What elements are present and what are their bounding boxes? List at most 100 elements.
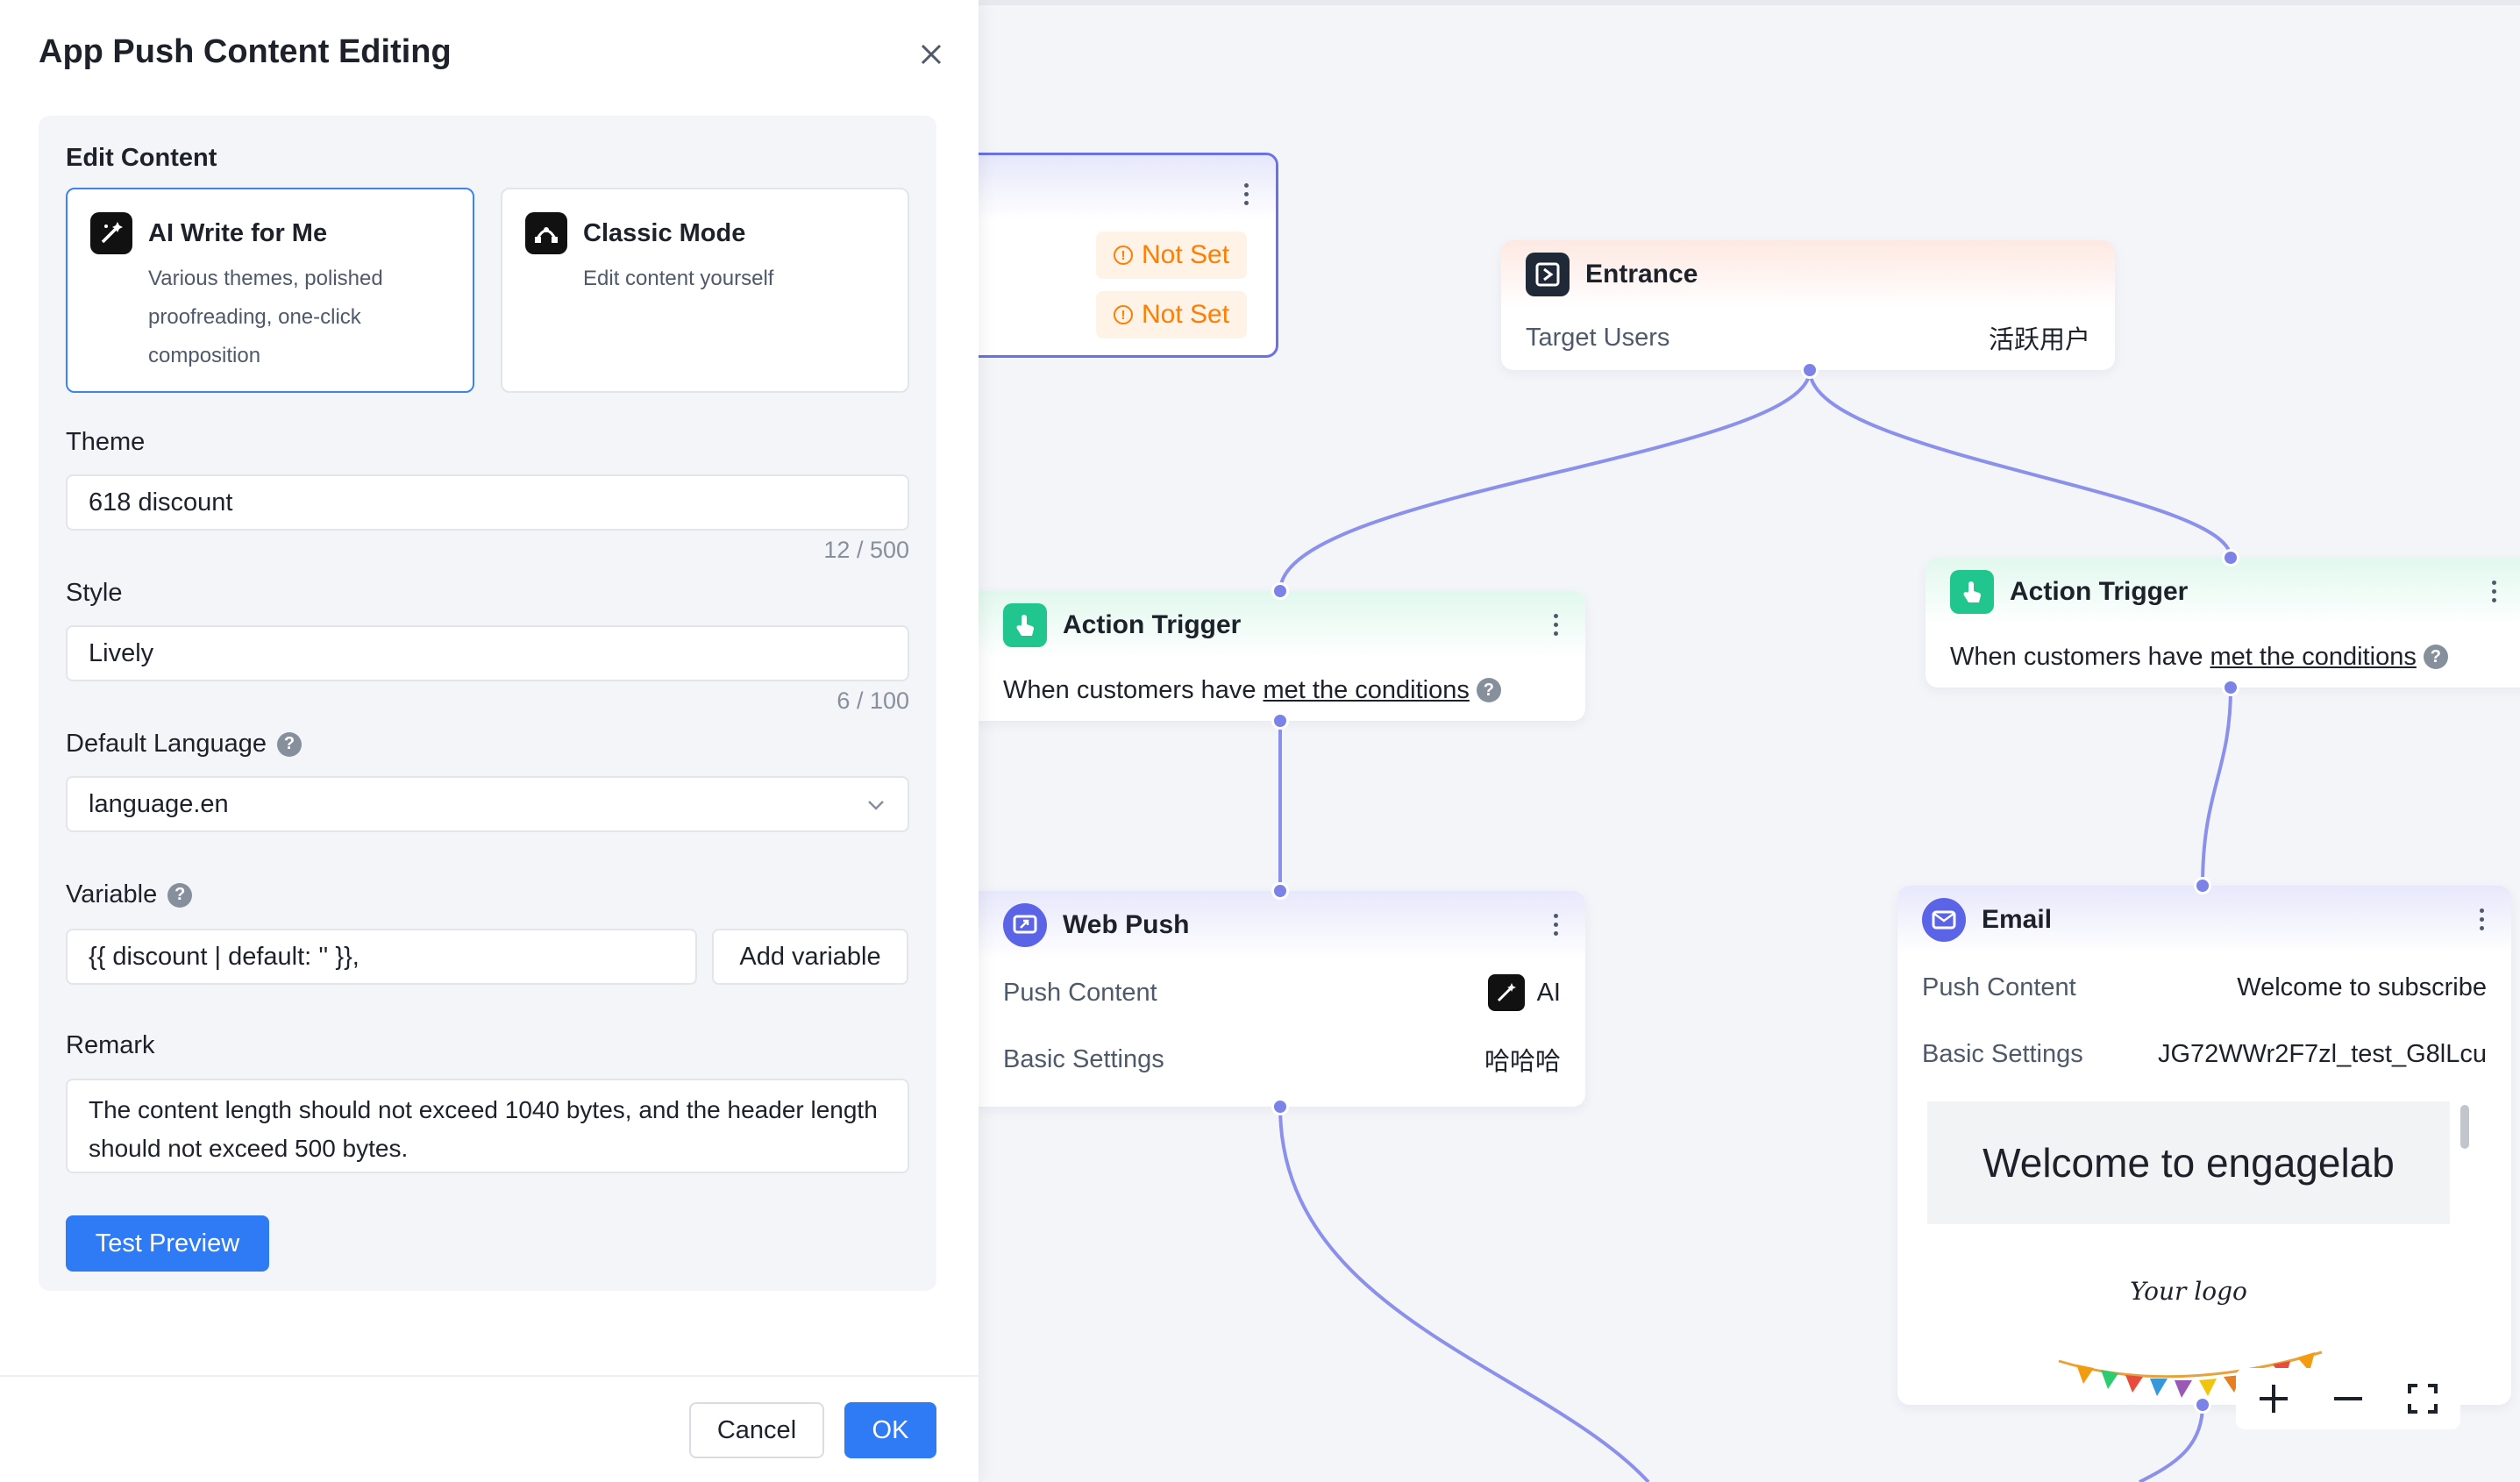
action-trigger-node-right[interactable]: Action Trigger When customers have met t… xyxy=(1926,558,2520,688)
row-label: Basic Settings xyxy=(1922,1039,2083,1068)
test-preview-button[interactable]: Test Preview xyxy=(66,1215,269,1272)
row-label: Target Users xyxy=(1526,323,1670,352)
close-icon[interactable] xyxy=(915,39,947,70)
touch-icon xyxy=(1003,603,1047,647)
email-preview-heading: Welcome to engagelab xyxy=(1983,1140,2395,1186)
more-icon[interactable] xyxy=(1554,614,1559,636)
modal-title: App Push Content Editing xyxy=(39,33,452,70)
edge-entrance-left xyxy=(1278,369,1812,592)
more-icon[interactable] xyxy=(1554,914,1559,936)
language-select-value: language.en xyxy=(89,789,229,818)
edge-email-down xyxy=(2139,1404,2204,1482)
help-icon[interactable]: ? xyxy=(1476,678,1501,702)
cancel-button[interactable]: Cancel xyxy=(689,1402,824,1458)
not-set-badge[interactable]: ! Not Set xyxy=(1096,232,1248,279)
push-content-modal: App Push Content Editing Edit Content AI… xyxy=(0,0,979,1482)
language-select[interactable]: language.en xyxy=(66,776,909,832)
node-title: Entrance xyxy=(1585,260,1698,289)
warning-icon: ! xyxy=(1114,305,1133,324)
edge-entrance-right xyxy=(1808,369,2232,559)
connector-dot[interactable] xyxy=(2194,877,2211,894)
row-value: JG72WWr2F7zl_test_G8lLcu xyxy=(2158,1039,2487,1068)
mode-title: AI Write for Me xyxy=(148,219,328,247)
help-icon[interactable]: ? xyxy=(2423,645,2448,669)
email-node[interactable]: Email Push Content Welcome to subscribe … xyxy=(1897,886,2511,1405)
ok-button[interactable]: OK xyxy=(844,1402,936,1458)
zoom-controls xyxy=(2236,1368,2460,1429)
remark-label: Remark xyxy=(66,1031,155,1059)
email-icon xyxy=(1922,898,1966,942)
mode-title: Classic Mode xyxy=(583,219,746,247)
variable-label-text: Variable xyxy=(66,880,158,908)
theme-label: Theme xyxy=(66,428,146,456)
footer-divider xyxy=(0,1375,979,1377)
theme-input[interactable]: 618 discount xyxy=(66,474,909,531)
remark-textarea[interactable]: The content length should not exceed 104… xyxy=(66,1079,909,1173)
style-counter: 6 / 100 xyxy=(836,688,909,714)
row-value: 哈哈哈 xyxy=(1484,1048,1561,1076)
zoom-out-icon[interactable] xyxy=(2331,1381,2366,1416)
entrance-node[interactable]: Entrance Target Users 活跃用户 xyxy=(1501,240,2115,370)
language-label-text: Default Language xyxy=(66,730,267,758)
connector-dot[interactable] xyxy=(2194,1396,2211,1414)
row-value: Welcome to subscribe xyxy=(2237,973,2487,1001)
web-push-node[interactable]: Web Push Push Content AI Basic Settings … xyxy=(979,891,1585,1107)
row-value: 活跃用户 xyxy=(1988,326,2090,354)
more-icon[interactable] xyxy=(2492,581,2497,602)
node-title: Email xyxy=(1982,905,2053,934)
variable-input[interactable]: {{ discount | default: '' }}, xyxy=(66,929,697,985)
classic-mode-card[interactable]: Classic Mode Edit content yourself xyxy=(501,188,909,393)
web-push-icon xyxy=(1003,903,1047,947)
ai-write-card[interactable]: AI Write for Me Various themes, polished… xyxy=(66,188,474,393)
node-title: Action Trigger xyxy=(1063,610,1242,639)
more-icon[interactable] xyxy=(2480,908,2485,930)
email-preview-header: Welcome to engagelab xyxy=(1927,1101,2450,1224)
connector-dot[interactable] xyxy=(2222,549,2239,566)
pen-tool-icon xyxy=(525,212,567,254)
help-icon[interactable]: ? xyxy=(276,731,302,757)
email-preview-logo: Your logo xyxy=(2130,1277,2247,1306)
condition-text: When customers have xyxy=(1950,642,2203,671)
not-set-badge[interactable]: ! Not Set xyxy=(1096,291,1248,338)
mode-desc: Various themes, polished proofreading, o… xyxy=(148,267,383,367)
help-icon[interactable]: ? xyxy=(167,882,193,908)
entrance-icon xyxy=(1526,253,1570,296)
row-label: Push Content xyxy=(1003,978,1157,1007)
style-input[interactable]: Lively xyxy=(66,625,909,681)
email-preview[interactable]: Welcome to engagelab Your logo xyxy=(1927,1101,2481,1405)
node-title: Action Trigger xyxy=(2010,577,2189,606)
ai-icon xyxy=(1487,974,1525,1011)
condition-text: When customers have xyxy=(1003,675,1256,704)
warning-icon: ! xyxy=(1114,246,1133,265)
edge-trigger-email xyxy=(2201,687,2232,887)
connector-dot[interactable] xyxy=(1801,361,1819,379)
conditions-link[interactable]: met the conditions xyxy=(2210,643,2417,672)
mode-desc: Edit content yourself xyxy=(583,267,774,290)
edge-webpush-down xyxy=(1278,1106,1650,1482)
connector-dot[interactable] xyxy=(1271,882,1289,900)
more-icon[interactable] xyxy=(1244,183,1249,205)
variable-label: Variable ? xyxy=(66,880,193,909)
action-trigger-node-left[interactable]: Action Trigger When customers have met t… xyxy=(979,591,1585,721)
style-label: Style xyxy=(66,579,123,607)
language-label: Default Language ? xyxy=(66,730,302,759)
chevron-down-icon xyxy=(865,794,886,815)
edit-content-label: Edit Content xyxy=(66,144,217,172)
touch-icon xyxy=(1950,570,1994,614)
theme-counter: 12 / 500 xyxy=(823,537,909,563)
preview-scrollbar[interactable] xyxy=(2460,1105,2469,1149)
ai-wand-icon xyxy=(90,212,132,254)
row-label: Basic Settings xyxy=(1003,1044,1164,1073)
row-label: Push Content xyxy=(1922,973,2076,1001)
connector-dot[interactable] xyxy=(2222,679,2239,696)
add-variable-button[interactable]: Add variable xyxy=(712,929,908,985)
node-title: Web Push xyxy=(1063,910,1190,939)
fit-view-icon[interactable] xyxy=(2405,1381,2440,1416)
connector-dot[interactable] xyxy=(1271,712,1289,730)
row-value: AI xyxy=(1536,978,1561,1007)
connector-dot[interactable] xyxy=(1271,582,1289,600)
not-set-label: Not Set xyxy=(1142,300,1230,329)
zoom-in-icon[interactable] xyxy=(2256,1381,2291,1416)
connector-dot[interactable] xyxy=(1271,1098,1289,1115)
conditions-link[interactable]: met the conditions xyxy=(1264,676,1470,705)
